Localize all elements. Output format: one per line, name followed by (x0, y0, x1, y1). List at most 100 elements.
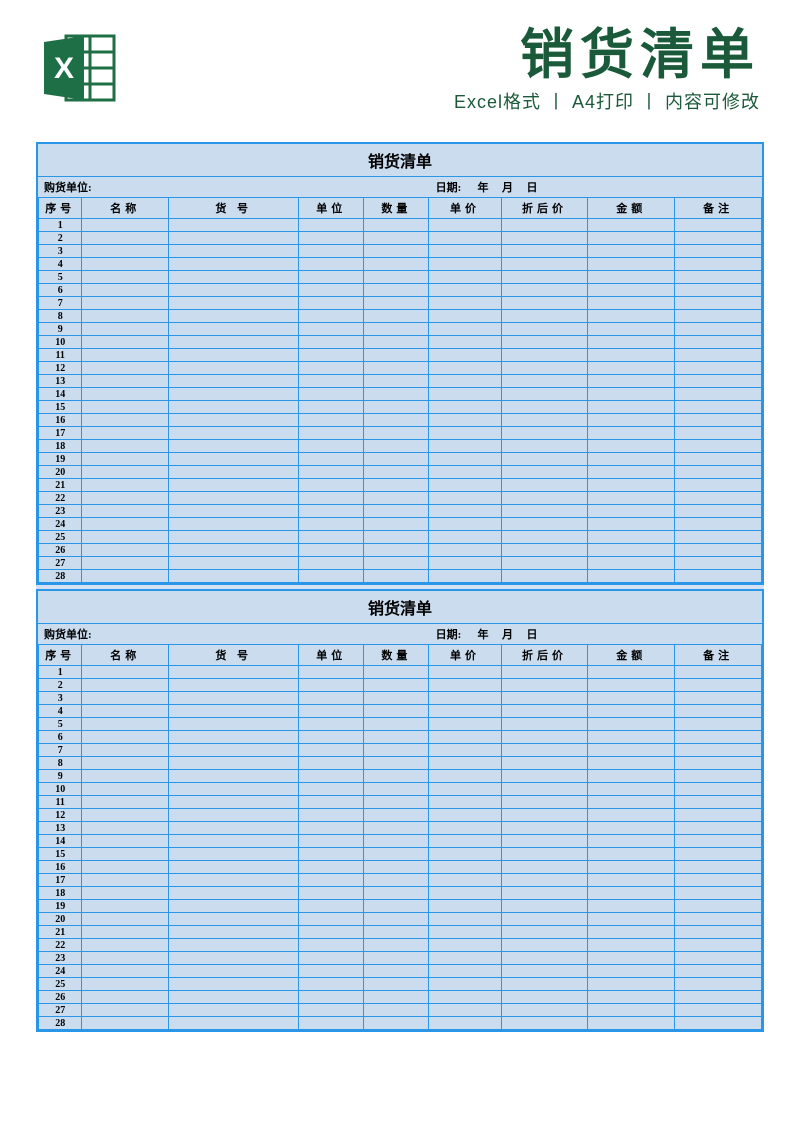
cell (169, 939, 299, 952)
cell (364, 991, 429, 1004)
cell (299, 232, 364, 245)
cell (299, 466, 364, 479)
cell (429, 284, 501, 297)
tag-editable: 内容可修改 (665, 92, 760, 112)
cell (501, 466, 588, 479)
cell (82, 848, 169, 861)
cell (501, 679, 588, 692)
cell (364, 401, 429, 414)
cell (675, 271, 762, 284)
cell (299, 531, 364, 544)
cell (299, 401, 364, 414)
col-amt: 金额 (588, 645, 675, 666)
cell (82, 375, 169, 388)
row-seq: 10 (39, 336, 82, 349)
cell (501, 1004, 588, 1017)
cell (299, 310, 364, 323)
cell (588, 271, 675, 284)
cell (169, 258, 299, 271)
row-seq: 7 (39, 297, 82, 310)
cell (169, 336, 299, 349)
cell (501, 323, 588, 336)
cell (429, 297, 501, 310)
table-row: 12 (39, 362, 762, 375)
row-seq: 20 (39, 913, 82, 926)
cell (588, 926, 675, 939)
cell (429, 544, 501, 557)
cell (501, 939, 588, 952)
col-seq: 序号 (39, 198, 82, 219)
cell (675, 978, 762, 991)
row-seq: 1 (39, 219, 82, 232)
svg-text:X: X (54, 52, 74, 85)
excel-icon: X (40, 28, 120, 108)
cell (501, 978, 588, 991)
cell (82, 1004, 169, 1017)
cell (675, 718, 762, 731)
cell (299, 796, 364, 809)
cell (299, 414, 364, 427)
table-row: 1 (39, 666, 762, 679)
cell (429, 848, 501, 861)
cell (675, 388, 762, 401)
cell (364, 809, 429, 822)
cell (675, 1017, 762, 1030)
cell (429, 731, 501, 744)
date-block: 日期: 年 月 日 (436, 179, 756, 195)
table-row: 8 (39, 757, 762, 770)
cell (82, 666, 169, 679)
table-row: 9 (39, 323, 762, 336)
table-row: 3 (39, 245, 762, 258)
cell (299, 271, 364, 284)
cell (364, 770, 429, 783)
cell (588, 375, 675, 388)
cell (675, 692, 762, 705)
col-code: 货 号 (169, 645, 299, 666)
col-unit: 单位 (299, 198, 364, 219)
cell (364, 349, 429, 362)
sheet-preview: 销货清单 购货单位: 日期: 年 月 日 序号 名称 (36, 142, 764, 1032)
cell (169, 570, 299, 583)
cell (299, 1017, 364, 1030)
cell (588, 874, 675, 887)
cell (588, 783, 675, 796)
cell (364, 466, 429, 479)
cell (299, 679, 364, 692)
cell (169, 848, 299, 861)
cell (588, 835, 675, 848)
cell (501, 245, 588, 258)
cell (501, 375, 588, 388)
col-unit: 单位 (299, 645, 364, 666)
date-label: 日期: (436, 179, 462, 195)
cell (501, 414, 588, 427)
cell (588, 679, 675, 692)
table-row: 22 (39, 492, 762, 505)
row-seq: 3 (39, 245, 82, 258)
cell (364, 926, 429, 939)
cell (364, 939, 429, 952)
cell (588, 570, 675, 583)
row-seq: 16 (39, 861, 82, 874)
col-name: 名称 (82, 645, 169, 666)
cell (82, 362, 169, 375)
tag-print: A4打印 (572, 92, 634, 112)
cell (364, 887, 429, 900)
cell (169, 900, 299, 913)
cell (299, 1004, 364, 1017)
cell (429, 757, 501, 770)
cell (429, 718, 501, 731)
cell (364, 258, 429, 271)
cell (82, 887, 169, 900)
cell (675, 453, 762, 466)
cell (588, 310, 675, 323)
cell (501, 770, 588, 783)
cell (675, 544, 762, 557)
cell (501, 401, 588, 414)
cell (588, 440, 675, 453)
cell (364, 965, 429, 978)
row-seq: 9 (39, 323, 82, 336)
cell (364, 336, 429, 349)
tag-format: Excel格式 (454, 92, 541, 112)
cell (169, 492, 299, 505)
cell (299, 336, 364, 349)
